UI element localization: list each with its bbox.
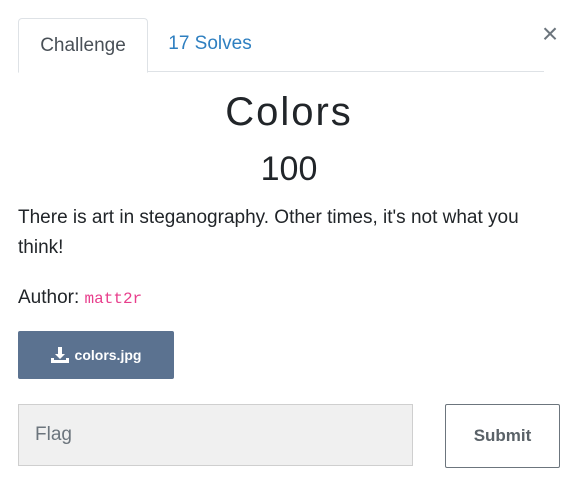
author-label: Author:: [18, 287, 80, 308]
tab-challenge-label: Challenge: [40, 34, 126, 56]
submit-button[interactable]: Submit: [445, 404, 560, 468]
tab-solves-label: 17 Solves: [168, 33, 252, 54]
challenge-value: 100: [260, 150, 318, 188]
tab-challenge[interactable]: Challenge: [18, 18, 148, 73]
author-line: Author: matt2r: [18, 284, 142, 313]
close-icon[interactable]: ×: [540, 20, 560, 48]
download-file-button[interactable]: colors.jpg: [18, 331, 174, 379]
flag-input[interactable]: [18, 404, 413, 466]
challenge-name: Colors: [225, 90, 353, 134]
challenge-tabs: Challenge 17 Solves: [18, 18, 544, 73]
download-icon: [50, 347, 69, 363]
download-file-label: colors.jpg: [74, 347, 142, 363]
tab-solves[interactable]: 17 Solves: [168, 18, 252, 70]
author-name: matt2r: [84, 290, 143, 308]
challenge-description: There is art in steganography. Other tim…: [18, 207, 519, 258]
